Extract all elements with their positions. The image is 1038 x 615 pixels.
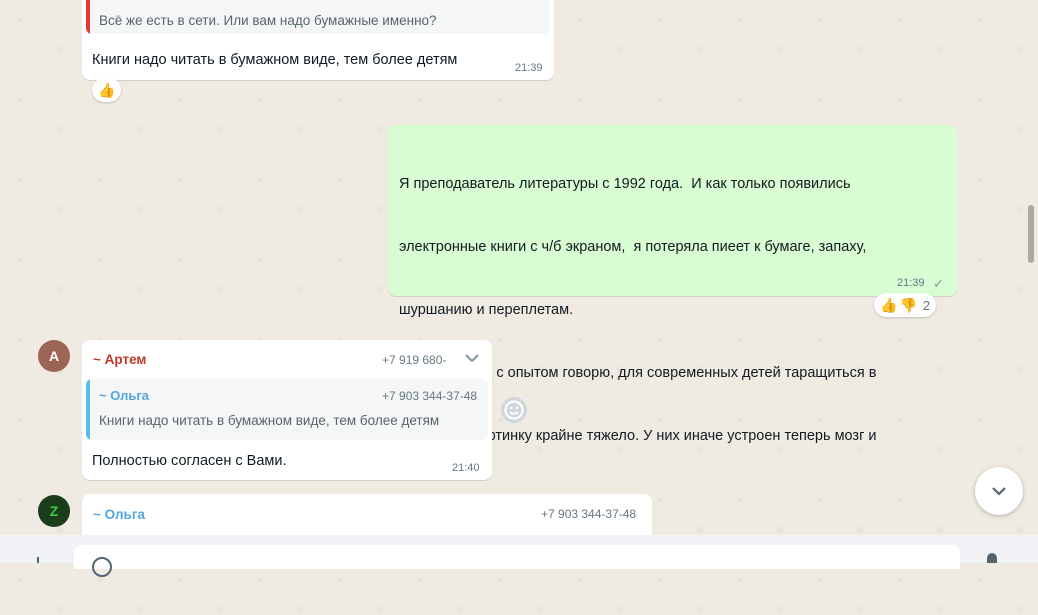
chevron-down-icon[interactable] [463, 350, 481, 366]
reaction-badge[interactable]: 👍 [92, 78, 122, 102]
check-icon: ✓ [933, 276, 944, 291]
message-line: шуршанию и переплетам. [399, 302, 574, 318]
plus-icon[interactable] [30, 553, 46, 563]
message-line: электронные книги с ч/б экраном, я потер… [399, 239, 867, 255]
reaction-count: 2 [922, 297, 931, 313]
message-time: 21:39 [515, 62, 543, 74]
message-text: Полностью согласен с Вами. [92, 453, 287, 469]
quoted-text: Всё же есть в сети. Или вам надо бумажны… [99, 13, 437, 28]
emoji-icon[interactable] [499, 395, 529, 425]
quoted-message[interactable]: ~ Ольга +7 903 344-37-48 Книги надо чита… [86, 379, 488, 440]
sender-name[interactable]: ~ Артем [93, 352, 146, 367]
scroll-down-button[interactable] [975, 467, 1023, 515]
reaction-badge[interactable]: 👍 👎 2 [874, 293, 937, 317]
quoted-message[interactable]: Всё же есть в сети. Или вам надо бумажны… [86, 0, 550, 34]
chevron-down-icon [992, 487, 1006, 496]
sender-name[interactable]: ~ Ольга [93, 507, 145, 522]
message-text: Книги надо читать в бумажном виде, тем б… [92, 52, 458, 68]
avatar[interactable]: A [38, 340, 70, 372]
thumbs-up-icon: 👍 [98, 81, 116, 98]
sender-phone: +7 919 680- [382, 353, 447, 367]
quoted-phone: +7 903 344-37-48 [382, 389, 478, 403]
message-time: 21:39 [897, 277, 925, 289]
message-line: Я преподаватель литературы с 1992 года. … [399, 176, 851, 192]
emoji-icon[interactable] [92, 557, 112, 577]
quoted-sender: ~ Ольга [99, 388, 150, 403]
message-bubble-outgoing[interactable]: Я преподаватель литературы с 1992 года. … [388, 125, 957, 570]
composer-bar [0, 535, 1038, 577]
message-bubble-incoming[interactable]: Всё же есть в сети. Или вам надо бумажны… [82, 0, 554, 80]
mic-icon[interactable] [987, 553, 997, 563]
scrollbar-thumb[interactable] [1028, 205, 1034, 263]
message-time: 21:40 [452, 462, 480, 474]
thumbs-up-icon: 👍 [880, 296, 898, 313]
message-bubble-incoming[interactable]: ~ Артем +7 919 680- ~ Ольга +7 903 344-3… [82, 340, 492, 480]
thumbs-down-icon: 👎 [899, 296, 917, 313]
avatar[interactable]: Z [38, 495, 70, 527]
quoted-text: Книги надо читать в бумажном виде, тем б… [99, 413, 440, 428]
message-input[interactable] [74, 545, 960, 577]
sender-phone: +7 903 344-37-48 [541, 507, 637, 521]
